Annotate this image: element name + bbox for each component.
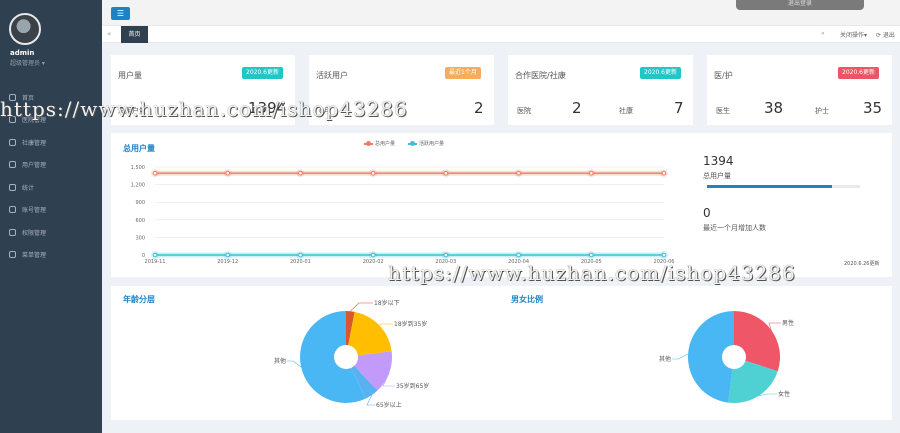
- update-note: 2020.6.26更新: [844, 261, 880, 267]
- data-point[interactable]: [588, 170, 594, 176]
- line-chart: 03006009001,2001,5002019-11 2019-12 2020-0…: [131, 165, 675, 265]
- sidebar-item-accounts[interactable]: 账号管理: [0, 199, 102, 222]
- data-point[interactable]: [370, 252, 376, 258]
- stat-value: 2: [572, 99, 582, 117]
- y-tick-label: 900: [135, 200, 145, 206]
- stat-value: 2: [474, 99, 484, 117]
- lock-icon: [9, 228, 16, 236]
- data-point[interactable]: [661, 252, 667, 258]
- stat-card-medical-staff: 医/护 2020.6更新 医生 38 护士 35: [707, 55, 892, 125]
- user-role-dropdown[interactable]: 超级管理员 ▾: [10, 58, 45, 67]
- user-name: admin: [10, 49, 35, 57]
- sidebar-item-statistics[interactable]: 统计: [0, 176, 102, 199]
- stat-label: 医生: [716, 107, 730, 115]
- data-point[interactable]: [225, 252, 231, 258]
- growth-value: 0: [703, 206, 711, 220]
- y-tick-label: 300: [135, 235, 145, 241]
- update-badge: 2020.6更新: [242, 67, 283, 79]
- total-users-progress: [707, 185, 860, 188]
- slice-leader-line: [287, 360, 302, 368]
- data-point[interactable]: [661, 170, 667, 176]
- sidebar-item-permissions[interactable]: 权限管理: [0, 221, 102, 244]
- total-users-label: 总用户量: [703, 172, 731, 180]
- data-point[interactable]: [370, 170, 376, 176]
- total-users-value: 1394: [703, 154, 734, 168]
- pie-charts: 18岁以下 18岁到35岁 35岁到65岁 65岁以上 其他 男性女性 其他: [274, 299, 794, 409]
- top-bar: ☰ 退出登录: [102, 0, 900, 26]
- stat-card-hospitals: 合作医院/社康 2020.6更新 医院 2 社康 7: [508, 55, 693, 125]
- top-action-button[interactable]: 退出登录: [736, 0, 864, 10]
- watermark: https://www.huzhan.com/ishop43286: [388, 261, 796, 285]
- pie-slice[interactable]: [348, 311, 392, 356]
- slice-label: 其他: [274, 357, 286, 365]
- data-point[interactable]: [516, 170, 521, 176]
- distribution-card: 年龄分层 男女比例 18岁以下 18岁到35岁 35岁到65岁 65岁以上 其他 男性 女性…: [111, 286, 892, 420]
- data-point[interactable]: [516, 252, 521, 258]
- sidebar: admin 超级管理员 ▾ 首页 医院管理 社康管理 用户管理 统计 账号管理 …: [0, 0, 102, 433]
- slice-label: 男性: [782, 319, 794, 327]
- clinic-icon: [9, 138, 16, 146]
- data-point[interactable]: [152, 170, 158, 176]
- total-users-card: 总用户量 总用户量 活跃用户量 0 300 600 900 1,200 1,500 2019…: [111, 133, 892, 277]
- account-icon: [9, 206, 16, 214]
- data-point[interactable]: [298, 170, 303, 176]
- slice-leader-line: [379, 323, 393, 326]
- menu-toggle-button[interactable]: ☰: [111, 7, 130, 20]
- slice-label: 65岁以上: [376, 401, 402, 409]
- slice-label: 18岁以下: [374, 299, 400, 307]
- stat-title: 医/护: [714, 71, 733, 80]
- slice-leader-line: [758, 393, 777, 397]
- progress-fill: [707, 185, 833, 188]
- data-point[interactable]: [588, 252, 594, 258]
- chart-icon: [9, 183, 16, 191]
- slice-label: 35岁到65岁: [396, 382, 429, 390]
- x-tick-label: 2019-11: [145, 259, 166, 265]
- slice-label: 女性: [778, 390, 790, 398]
- user-icon: [9, 161, 16, 169]
- close-operations-dropdown[interactable]: 关闭操作▾: [840, 30, 867, 39]
- data-point[interactable]: [298, 252, 303, 258]
- stat-label: 医院: [517, 107, 531, 115]
- data-point[interactable]: [443, 170, 449, 176]
- update-badge: 2020.6更新: [838, 67, 879, 79]
- tab-home[interactable]: 首页: [121, 26, 148, 43]
- menu-icon: [9, 251, 16, 259]
- y-tick-label: 1,200: [131, 183, 145, 189]
- stat-label: 护士: [815, 107, 829, 115]
- period-badge: 最近1个月: [445, 67, 481, 79]
- slice-label: 其他: [659, 355, 671, 363]
- tab-bar: « 首页 » 关闭操作▾ ⟳ 退出: [102, 26, 900, 43]
- stat-title: 活跃用户: [316, 71, 348, 80]
- slice-label: 18岁到35岁: [394, 320, 427, 328]
- stat-value: 7: [674, 99, 684, 117]
- tab-scroll-left-button[interactable]: «: [107, 30, 111, 38]
- exit-button[interactable]: ⟳ 退出: [876, 30, 895, 39]
- slice-leader-line: [768, 322, 781, 331]
- data-point[interactable]: [152, 252, 158, 258]
- sidebar-item-menus[interactable]: 菜单管理: [0, 244, 102, 267]
- y-tick-label: 1,500: [131, 165, 145, 171]
- update-badge: 2020.6更新: [640, 67, 681, 79]
- pie-slice[interactable]: [734, 311, 780, 372]
- x-tick-label: 2020-02: [363, 259, 384, 265]
- watermark: https://www.huzhan.com/ishop43286: [0, 97, 408, 121]
- stat-label: 社康: [619, 107, 633, 115]
- y-tick-label: 600: [135, 218, 145, 224]
- sidebar-item-users[interactable]: 用户管理: [0, 154, 102, 177]
- sidebar-item-clinic[interactable]: 社康管理: [0, 131, 102, 154]
- stat-title: 用户量: [118, 71, 142, 80]
- stat-title: 合作医院/社康: [515, 71, 566, 80]
- data-point[interactable]: [443, 252, 449, 258]
- slice-leader-line: [672, 353, 689, 360]
- stat-value: 38: [764, 99, 784, 117]
- x-tick-label: 2020-01: [290, 259, 311, 265]
- tab-scroll-right-button[interactable]: »: [821, 30, 825, 37]
- stat-value: 35: [863, 99, 883, 117]
- growth-label: 最近一个月增加人数: [703, 224, 766, 232]
- x-tick-label: 2019-12: [217, 259, 238, 265]
- pie-slice[interactable]: [687, 311, 734, 403]
- avatar[interactable]: [9, 13, 41, 45]
- data-point[interactable]: [225, 170, 231, 176]
- slice-leader-line: [350, 302, 373, 312]
